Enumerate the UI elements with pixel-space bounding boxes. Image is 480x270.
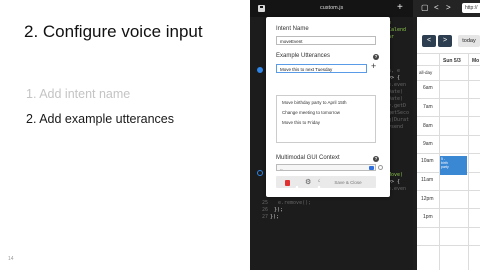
step-add-example-utterances: 2. Add example utterances	[26, 112, 175, 126]
code-line: });	[274, 207, 284, 213]
line-number: 27	[262, 214, 269, 220]
code-line: Move)	[388, 172, 404, 178]
time-label: 11am	[421, 177, 434, 183]
code-line: e.even	[388, 186, 407, 192]
editor-edge	[413, 17, 417, 270]
step-add-intent-name: 1. Add intent name	[26, 87, 131, 101]
utterance-item[interactable]: Change meeting to tomorrow	[282, 110, 340, 115]
time-label: 8am	[423, 123, 433, 129]
code-line: y.getD	[388, 103, 407, 109]
today-button[interactable]: today	[458, 35, 480, 47]
time-label: 12pm	[421, 196, 434, 202]
help-icon[interactable]: ?	[373, 54, 379, 60]
calendar-event[interactable]: 5 - birth party	[440, 156, 467, 175]
intent-name-input[interactable]: moveEvent	[276, 36, 376, 45]
intent-config-dialog: Intent Name moveEvent Example Utterances…	[266, 17, 390, 197]
calendar-browser: ▢ < > http:// < > today Sun 5/3 Mo all-d…	[413, 0, 480, 270]
time-label: 1pm	[423, 214, 433, 220]
add-utterance-button[interactable]: +	[371, 62, 376, 71]
context-toggle[interactable]	[378, 165, 383, 170]
gui-context-select[interactable]: --	[276, 164, 376, 171]
code-line: e.remove();	[278, 200, 312, 206]
add-icon[interactable]: +	[397, 2, 403, 13]
code-line: ysend	[388, 124, 404, 130]
editor-toolbar: custom.js +	[250, 0, 413, 17]
utterances-label: Example Utterances	[276, 53, 331, 59]
delete-icon	[285, 180, 290, 186]
code-line: Date)	[388, 89, 404, 95]
slide-page-number: 14	[8, 256, 14, 262]
code-line: });	[270, 214, 280, 220]
prev-week-button[interactable]: <	[422, 35, 436, 47]
code-line: e.even	[388, 82, 407, 88]
time-label: 9am	[423, 141, 433, 147]
utterance-list[interactable]: Move birthday party to April 15th Change…	[276, 95, 376, 143]
breakpoint-filled-icon[interactable]	[257, 67, 263, 73]
dropdown-arrow-icon[interactable]	[369, 166, 374, 170]
forward-arrow-icon[interactable]: >	[446, 4, 451, 12]
slide-title: 2. Configure voice input	[24, 22, 203, 41]
day-header: Mo	[472, 58, 480, 64]
time-label: 10am	[421, 158, 434, 164]
browser-toolbar: ▢ < > http://	[413, 0, 480, 17]
intent-name-label: Intent Name	[276, 26, 309, 32]
utterance-item[interactable]: Move birthday party to April 15th	[282, 100, 347, 105]
editor-filename: custom.js	[320, 5, 344, 11]
gui-context-label: Multimodal GUI Context	[276, 155, 340, 161]
gear-icon: ⚙	[305, 179, 312, 186]
next-week-button[interactable]: >	[438, 35, 452, 47]
line-number: 26	[262, 207, 269, 213]
save-close-button[interactable]: Save & Close	[320, 178, 376, 188]
utterance-item[interactable]: Move this to Friday	[282, 120, 320, 125]
code-line: Date)	[388, 96, 404, 102]
code-line: getSeco	[388, 110, 410, 116]
code-line: g(Durat	[388, 117, 410, 123]
save-icon[interactable]	[258, 5, 265, 12]
code-line: Calend	[388, 27, 407, 33]
help-icon[interactable]: ?	[373, 156, 379, 162]
gui-context-value: --	[280, 166, 283, 171]
time-label: 6am	[423, 85, 433, 91]
line-number: 25	[262, 200, 269, 206]
time-label: 7am	[423, 104, 433, 110]
day-header: Sun 5/3	[443, 58, 461, 64]
url-bar[interactable]: http://	[462, 3, 480, 13]
sidebar-icon[interactable]: ▢	[421, 4, 429, 12]
all-day-label: all-day	[419, 70, 433, 75]
back-arrow-icon[interactable]: <	[434, 4, 439, 12]
breakpoint-empty-icon[interactable]	[257, 170, 263, 176]
utterance-input[interactable]: Move this to next Tuesday	[276, 64, 367, 73]
